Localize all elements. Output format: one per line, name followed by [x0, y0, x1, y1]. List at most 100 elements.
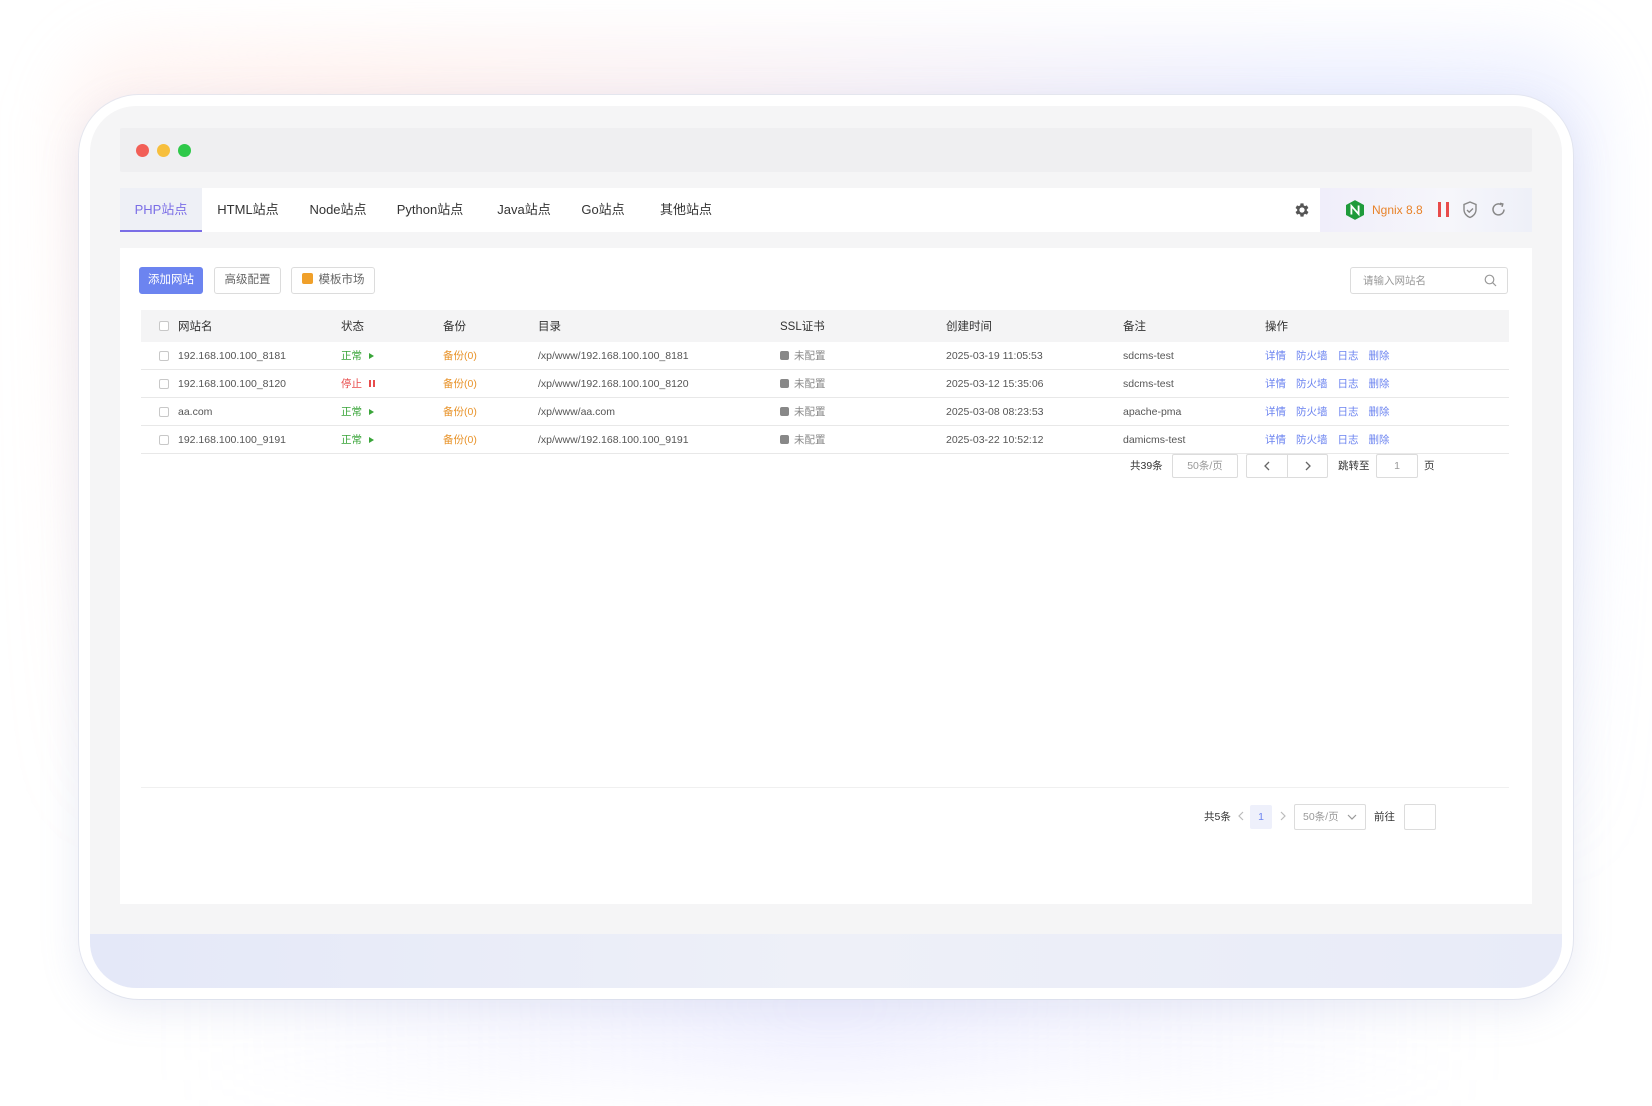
tab-other[interactable]: 其他站点	[646, 188, 726, 232]
tab-php[interactable]: PHP站点	[120, 188, 202, 232]
site-name[interactable]: aa.com	[178, 398, 212, 425]
ssl-status[interactable]: 未配置	[780, 342, 826, 369]
store-icon	[301, 273, 313, 284]
chevron-right-icon[interactable]	[1278, 811, 1288, 821]
nginx-logo-icon	[1346, 200, 1364, 220]
goto-page-input[interactable]	[1404, 804, 1436, 830]
play-icon	[369, 408, 374, 415]
row-checkbox[interactable]	[159, 406, 169, 417]
details-link[interactable]: 详情	[1265, 404, 1286, 419]
status-toggle[interactable]: 正常	[341, 342, 374, 369]
pause-icon[interactable]	[1438, 202, 1452, 218]
logs-link[interactable]: 日志	[1338, 348, 1359, 363]
chevron-right-icon[interactable]	[1303, 461, 1313, 471]
chevron-down-icon	[1347, 814, 1357, 820]
details-link[interactable]: 详情	[1265, 348, 1286, 363]
firewall-link[interactable]: 防火墙	[1296, 432, 1328, 447]
delete-link[interactable]: 删除	[1369, 376, 1390, 391]
ssl-status[interactable]: 未配置	[780, 426, 826, 453]
tab-java[interactable]: Java站点	[484, 188, 564, 232]
status-text: 停止	[341, 378, 362, 390]
backup-link[interactable]: 备份(0)	[443, 370, 477, 397]
column-header[interactable]: SSL证书	[780, 310, 825, 342]
table-row: 192.168.100.100_9191 正常 备份(0) /xp/www/19…	[141, 426, 1509, 454]
advanced-config-button[interactable]: 高级配置	[214, 267, 281, 294]
tab-go[interactable]: Go站点	[568, 188, 638, 232]
site-directory[interactable]: /xp/www/192.168.100.100_8120	[538, 370, 689, 397]
column-header[interactable]: 目录	[538, 310, 561, 342]
tab-html[interactable]: HTML站点	[208, 188, 288, 232]
column-header[interactable]: 备份	[443, 310, 466, 342]
sites-panel: 添加网站 高级配置 模板市场 网站名 状态 备份 目录 SSL证书 创建时间 备…	[120, 248, 1532, 904]
shield-icon[interactable]	[1462, 201, 1478, 219]
goto-page-input[interactable]: 1	[1376, 454, 1418, 478]
status-toggle[interactable]: 正常	[341, 426, 374, 453]
tab-node[interactable]: Node站点	[298, 188, 378, 232]
logs-link[interactable]: 日志	[1338, 404, 1359, 419]
ssl-status[interactable]: 未配置	[780, 370, 826, 397]
logs-link[interactable]: 日志	[1338, 432, 1359, 447]
column-header[interactable]: 状态	[341, 310, 364, 342]
delete-link[interactable]: 删除	[1369, 404, 1390, 419]
site-name[interactable]: 192.168.100.100_8181	[178, 342, 286, 369]
backup-link[interactable]: 备份(0)	[443, 342, 477, 369]
column-header[interactable]: 操作	[1265, 310, 1288, 342]
ssl-text: 未配置	[794, 378, 826, 390]
minimize-window-button[interactable]	[157, 144, 170, 157]
column-header[interactable]: 创建时间	[946, 310, 992, 342]
chevron-left-icon[interactable]	[1262, 461, 1272, 471]
site-directory[interactable]: /xp/www/192.168.100.100_8181	[538, 342, 689, 369]
site-name[interactable]: 192.168.100.100_9191	[178, 426, 286, 453]
refresh-icon[interactable]	[1490, 201, 1507, 218]
status-toggle[interactable]: 停止	[341, 370, 375, 397]
window-titlebar	[120, 128, 1532, 172]
goto-label: 前往	[1374, 811, 1395, 823]
template-market-button[interactable]: 模板市场	[291, 267, 375, 294]
tab-python[interactable]: Python站点	[386, 188, 474, 232]
firewall-link[interactable]: 防火墙	[1296, 376, 1328, 391]
delete-link[interactable]: 删除	[1369, 432, 1390, 447]
backup-link[interactable]: 备份(0)	[443, 398, 477, 425]
current-page[interactable]: 1	[1250, 805, 1272, 829]
screen-bottom-bar	[90, 934, 1562, 988]
lock-icon	[780, 379, 789, 388]
site-directory[interactable]: /xp/www/aa.com	[538, 398, 615, 425]
row-checkbox[interactable]	[159, 434, 169, 445]
add-site-button[interactable]: 添加网站	[139, 267, 203, 294]
status-toggle[interactable]: 正常	[341, 398, 374, 425]
site-note[interactable]: sdcms-test	[1123, 342, 1174, 369]
chevron-left-icon[interactable]	[1236, 811, 1246, 821]
firewall-link[interactable]: 防火墙	[1296, 404, 1328, 419]
site-note[interactable]: apache-pma	[1123, 398, 1181, 425]
delete-link[interactable]: 删除	[1369, 348, 1390, 363]
close-window-button[interactable]	[136, 144, 149, 157]
site-note[interactable]: sdcms-test	[1123, 370, 1174, 397]
maximize-window-button[interactable]	[178, 144, 191, 157]
page-size-value: 50条/页	[1303, 811, 1339, 823]
details-link[interactable]: 详情	[1265, 432, 1286, 447]
column-header[interactable]: 网站名	[178, 310, 213, 342]
backup-link[interactable]: 备份(0)	[443, 426, 477, 453]
page-size-select[interactable]: 50条/页	[1294, 804, 1366, 830]
site-note[interactable]: damicms-test	[1123, 426, 1185, 453]
ssl-status[interactable]: 未配置	[780, 398, 826, 425]
ssl-text: 未配置	[794, 406, 826, 418]
lock-icon	[780, 351, 789, 360]
page-size-select[interactable]: 50条/页	[1172, 454, 1238, 478]
site-directory[interactable]: /xp/www/192.168.100.100_9191	[538, 426, 689, 453]
firewall-link[interactable]: 防火墙	[1296, 348, 1328, 363]
search-icon[interactable]	[1484, 274, 1497, 287]
lock-icon	[780, 407, 789, 416]
details-link[interactable]: 详情	[1265, 376, 1286, 391]
logs-link[interactable]: 日志	[1338, 376, 1359, 391]
created-time: 2025-03-12 15:35:06	[946, 377, 1044, 390]
settings-icon[interactable]	[1293, 201, 1311, 219]
row-checkbox[interactable]	[159, 350, 169, 361]
search-input[interactable]	[1363, 268, 1483, 293]
column-header[interactable]: 备注	[1123, 310, 1146, 342]
select-all-checkbox[interactable]	[159, 321, 169, 331]
status-text: 正常	[341, 434, 362, 446]
page-nav	[1246, 454, 1328, 478]
row-checkbox[interactable]	[159, 378, 169, 389]
site-name[interactable]: 192.168.100.100_8120	[178, 370, 286, 397]
